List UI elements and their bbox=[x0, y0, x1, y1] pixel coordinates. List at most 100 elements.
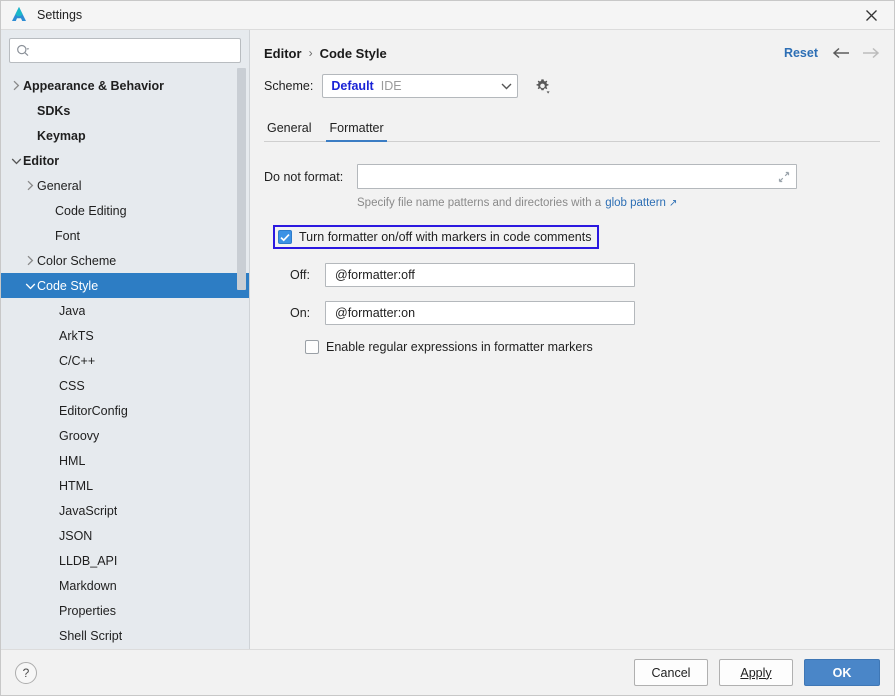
sidebar-item-label: Keymap bbox=[37, 128, 86, 143]
search-box[interactable] bbox=[9, 38, 241, 63]
scheme-row: Scheme: Default IDE bbox=[250, 64, 894, 98]
sidebar-item-label: Code Editing bbox=[55, 203, 127, 218]
apply-button-label: Apply bbox=[740, 665, 772, 680]
sidebar-item-general[interactable]: General bbox=[1, 173, 249, 198]
breadcrumb-separator: › bbox=[308, 46, 313, 60]
do-not-format-field[interactable] bbox=[357, 164, 797, 189]
sidebar-item-hml[interactable]: HML bbox=[1, 448, 249, 473]
arrow-right-icon bbox=[863, 47, 880, 59]
off-marker-input[interactable] bbox=[333, 264, 634, 286]
sidebar-item-label: ArkTS bbox=[59, 328, 94, 343]
sidebar-item-keymap[interactable]: Keymap bbox=[1, 123, 249, 148]
sidebar-scrollbar-track[interactable] bbox=[237, 30, 247, 649]
search-input[interactable] bbox=[30, 39, 240, 62]
sidebar-item-shell-script[interactable]: Shell Script bbox=[1, 623, 249, 648]
dialog-footer: ? Cancel Apply OK bbox=[1, 649, 894, 695]
formatter-markers-checkbox[interactable] bbox=[278, 230, 292, 244]
settings-sidebar: Appearance & Behavior SDKs Keymap Editor Gen… bbox=[1, 30, 250, 649]
sidebar-item-html[interactable]: HTML bbox=[1, 473, 249, 498]
sidebar-item-code-style[interactable]: Code Style bbox=[1, 273, 249, 298]
sidebar-item-c-c[interactable]: C/C++ bbox=[1, 348, 249, 373]
sidebar-item-java[interactable]: Java bbox=[1, 298, 249, 323]
scheme-label: Scheme: bbox=[264, 79, 314, 93]
chevron-right-icon[interactable] bbox=[23, 248, 37, 273]
sidebar-item-label: HTML bbox=[59, 478, 94, 493]
do-not-format-row: Do not format: bbox=[264, 164, 880, 189]
sidebar-item-javascript[interactable]: JavaScript bbox=[1, 498, 249, 523]
search-icon bbox=[17, 44, 30, 56]
sidebar-item-properties[interactable]: Properties bbox=[1, 598, 249, 623]
cancel-button[interactable]: Cancel bbox=[634, 659, 708, 686]
close-icon bbox=[866, 10, 877, 21]
formatter-markers-checkbox-row[interactable]: Turn formatter on/off with markers in co… bbox=[278, 230, 591, 244]
sidebar-item-label: JSON bbox=[59, 528, 93, 543]
chevron-down-icon[interactable] bbox=[9, 148, 23, 173]
close-button[interactable] bbox=[849, 1, 894, 30]
sidebar-item-color-scheme[interactable]: Color Scheme bbox=[1, 248, 249, 273]
checkmark-icon bbox=[280, 233, 290, 241]
sidebar-item-label: Appearance & Behavior bbox=[23, 78, 165, 93]
sidebar-item-groovy[interactable]: Groovy bbox=[1, 423, 249, 448]
expand-editor-button[interactable] bbox=[774, 166, 794, 187]
settings-dialog: Settings Appearance & Behavior SDKs Keyma bbox=[0, 0, 895, 696]
formatter-settings-content: Do not format: Specify file name pattern… bbox=[250, 142, 894, 649]
on-marker-input[interactable] bbox=[333, 302, 634, 324]
sidebar-item-sdks[interactable]: SDKs bbox=[1, 98, 249, 123]
chevron-right-icon[interactable] bbox=[23, 173, 37, 198]
sidebar-item-font[interactable]: Font bbox=[1, 223, 249, 248]
help-button[interactable]: ? bbox=[15, 661, 37, 684]
do-not-format-label: Do not format: bbox=[264, 169, 344, 184]
sidebar-item-label: Properties bbox=[59, 603, 116, 618]
search-area bbox=[1, 30, 249, 69]
tab-general[interactable]: General bbox=[264, 121, 314, 142]
apply-button[interactable]: Apply bbox=[719, 659, 793, 686]
sidebar-item-arkts[interactable]: ArkTS bbox=[1, 323, 249, 348]
sidebar-item-label: EditorConfig bbox=[59, 403, 128, 418]
back-button[interactable] bbox=[832, 47, 850, 59]
ok-button[interactable]: OK bbox=[804, 659, 880, 686]
chevron-down-icon bbox=[495, 82, 517, 90]
glob-hint-text: Specify file name patterns and directori… bbox=[357, 197, 602, 209]
forward-button[interactable] bbox=[862, 47, 880, 59]
sidebar-item-appearance-behavior[interactable]: Appearance & Behavior bbox=[1, 73, 249, 98]
on-marker-field[interactable] bbox=[325, 301, 635, 325]
on-marker-label: On: bbox=[290, 306, 311, 320]
regex-checkbox[interactable] bbox=[305, 340, 319, 354]
sidebar-item-label: LLDB_API bbox=[59, 553, 118, 568]
formatter-markers-label: Turn formatter on/off with markers in co… bbox=[299, 230, 592, 244]
sidebar-item-markdown[interactable]: Markdown bbox=[1, 573, 249, 598]
sidebar-item-lldb-api[interactable]: LLDB_API bbox=[1, 548, 249, 573]
scheme-dropdown[interactable]: Default IDE bbox=[322, 74, 519, 98]
sidebar-item-editorconfig[interactable]: EditorConfig bbox=[1, 398, 249, 423]
breadcrumb-current: Code Style bbox=[319, 45, 387, 61]
chevron-right-icon[interactable] bbox=[9, 73, 23, 98]
sidebar-item-label: Markdown bbox=[59, 578, 117, 593]
do-not-format-input[interactable] bbox=[364, 165, 774, 188]
sidebar-item-editor[interactable]: Editor bbox=[1, 148, 249, 173]
chevron-down-icon[interactable] bbox=[23, 273, 37, 298]
sidebar-scrollbar-thumb[interactable] bbox=[237, 68, 246, 290]
regex-checkbox-row[interactable]: Enable regular expressions in formatter … bbox=[305, 340, 880, 354]
scheme-scope: IDE bbox=[380, 79, 402, 93]
sidebar-item-css[interactable]: CSS bbox=[1, 373, 249, 398]
sidebar-item-json[interactable]: JSON bbox=[1, 523, 249, 548]
tab-strip: General Formatter bbox=[264, 116, 880, 142]
tab-formatter[interactable]: Formatter bbox=[326, 121, 387, 142]
glob-pattern-link[interactable]: glob pattern bbox=[605, 197, 666, 209]
sidebar-item-label: C/C++ bbox=[59, 353, 96, 368]
breadcrumb-parent[interactable]: Editor bbox=[264, 46, 302, 61]
scheme-settings-button[interactable] bbox=[532, 76, 552, 96]
sidebar-item-code-editing[interactable]: Code Editing bbox=[1, 198, 249, 223]
window-title: Settings bbox=[37, 8, 83, 22]
reset-link[interactable]: Reset bbox=[784, 46, 818, 60]
off-marker-row: Off: bbox=[290, 263, 880, 287]
off-marker-field[interactable] bbox=[325, 263, 635, 287]
